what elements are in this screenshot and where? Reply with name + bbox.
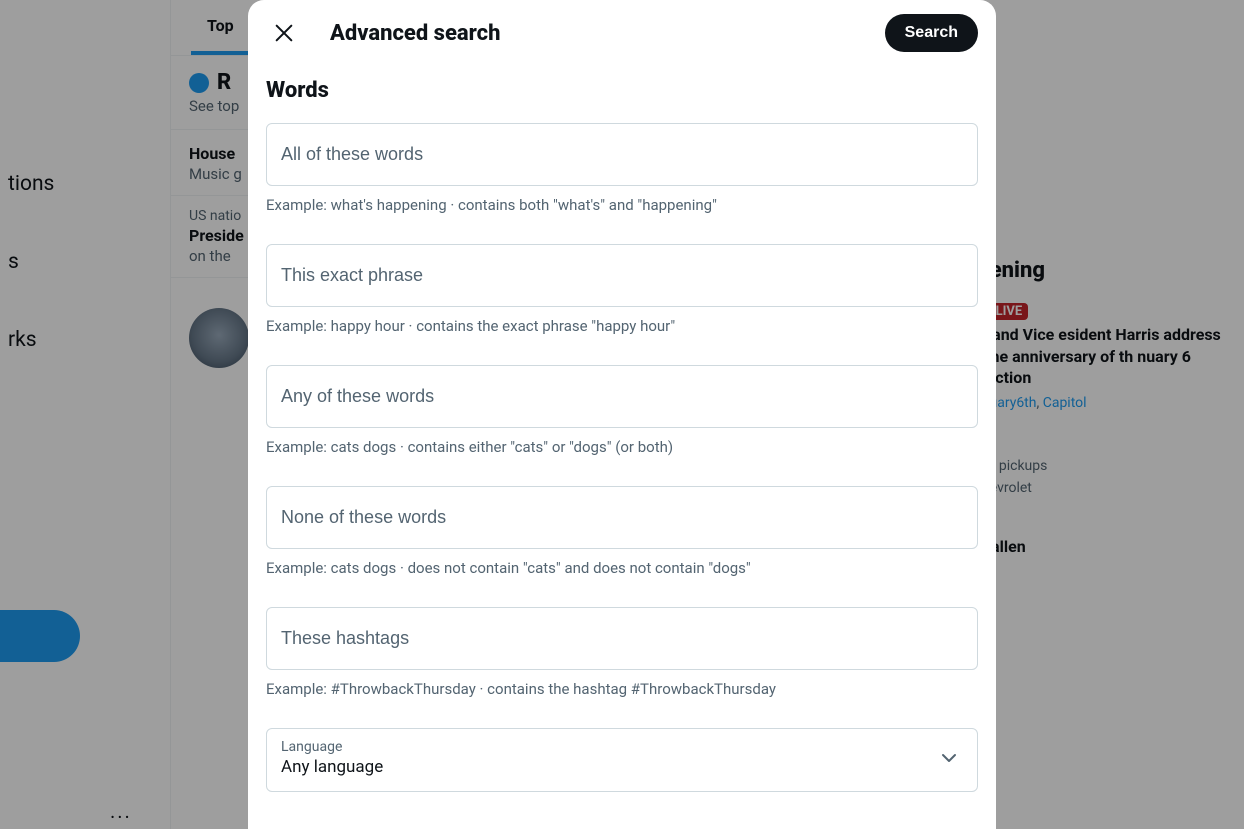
exact-phrase-input[interactable] (266, 244, 978, 307)
example-text: Example: cats dogs · does not contain "c… (266, 559, 978, 577)
close-icon (273, 22, 295, 44)
hashtags-input[interactable] (266, 607, 978, 670)
example-text: Example: #ThrowbackThursday · contains t… (266, 680, 978, 698)
close-button[interactable] (266, 15, 302, 51)
example-text: Example: happy hour · contains the exact… (266, 317, 978, 335)
modal-title: Advanced search (330, 21, 857, 46)
any-words-input[interactable] (266, 365, 978, 428)
select-value: Any language (281, 757, 963, 777)
none-words-input[interactable] (266, 486, 978, 549)
chevron-down-icon (937, 746, 961, 774)
language-select[interactable]: Language Any language (266, 728, 978, 792)
section-title-words: Words (266, 78, 978, 103)
advanced-search-modal: Advanced search Search Words Example: wh… (248, 0, 996, 829)
all-words-input[interactable] (266, 123, 978, 186)
modal-body[interactable]: Words Example: what's happening · contai… (248, 66, 996, 829)
example-text: Example: what's happening · contains bot… (266, 196, 978, 214)
example-text: Example: cats dogs · contains either "ca… (266, 438, 978, 456)
select-label: Language (281, 739, 963, 755)
search-button[interactable]: Search (885, 14, 978, 52)
modal-header: Advanced search Search (248, 0, 996, 66)
